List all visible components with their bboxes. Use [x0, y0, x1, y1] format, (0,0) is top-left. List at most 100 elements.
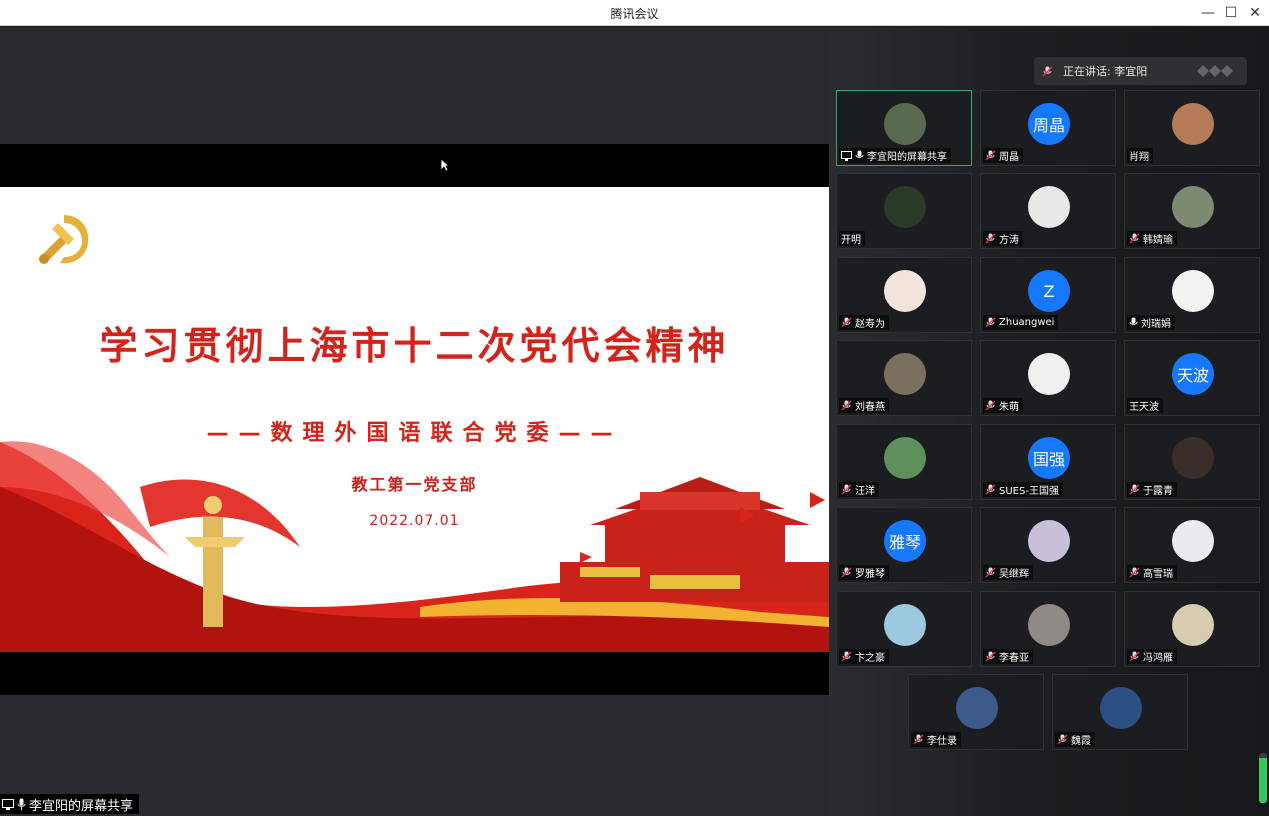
participant-tile[interactable]: 韩婧瑜	[1124, 173, 1260, 249]
participant-name: 汪洋	[855, 486, 875, 497]
microphone-icon	[1129, 317, 1138, 325]
participant-nameplate: 李宜阳的屏幕共享	[839, 148, 951, 163]
participant-name: 韩婧瑜	[1143, 235, 1173, 246]
participant-nameplate: 李仕录	[911, 732, 961, 747]
participant-tile[interactable]: 雅琴 罗雅琴	[836, 507, 972, 583]
participant-nameplate: 韩婧瑜	[1127, 231, 1177, 246]
participant-tile[interactable]: 吴继辉	[980, 507, 1116, 583]
now-speaking-text: 正在讲话: 李宜阳	[1063, 65, 1148, 78]
participant-nameplate: 刘瑞娟	[1127, 315, 1175, 330]
microphone-muted-icon	[1129, 484, 1140, 495]
screen-share-stage: 学习贯彻上海市十二次党代会精神 ——数理外国语联合党委—— 教工第一党支部 20…	[0, 27, 829, 816]
participant-tile[interactable]: 卞之豪	[836, 591, 972, 667]
participant-name: 周晶	[999, 152, 1019, 163]
microphone-muted-icon	[1129, 651, 1140, 662]
participant-avatar	[1172, 520, 1214, 562]
participant-avatar	[956, 687, 998, 729]
participant-tile[interactable]: Z Zhuangwei	[980, 257, 1116, 333]
participant-tile[interactable]: 刘春燕	[836, 340, 972, 416]
participant-tile[interactable]: 魏霞	[1052, 674, 1188, 750]
party-emblem-icon	[39, 215, 89, 264]
participant-tile[interactable]: 于露青	[1124, 424, 1260, 500]
letterbox-bottom	[0, 652, 829, 695]
participant-name: 王天波	[1129, 402, 1159, 413]
participant-name: Zhuangwei	[999, 317, 1055, 328]
participant-name: 冯鸿雁	[1143, 653, 1173, 664]
mouse-cursor-icon	[440, 158, 450, 172]
microphone-icon	[17, 798, 26, 810]
microphone-muted-icon	[1129, 233, 1140, 244]
participant-tile[interactable]: 冯鸿雁	[1124, 591, 1260, 667]
participant-tile[interactable]: 开明	[836, 173, 972, 249]
window-titlebar: 腾讯会议 — ☐ ✕	[0, 0, 1269, 26]
participant-nameplate: 罗雅琴	[839, 565, 889, 580]
participant-nameplate: 吴继辉	[983, 565, 1033, 580]
participant-avatar	[1172, 604, 1214, 646]
collapse-grip-icon[interactable]	[1195, 64, 1235, 78]
close-button[interactable]: ✕	[1245, 3, 1265, 23]
participant-avatar	[1172, 437, 1214, 479]
minimize-button[interactable]: —	[1198, 3, 1218, 23]
participant-tile[interactable]: 刘瑞娟	[1124, 257, 1260, 333]
participant-avatar	[884, 437, 926, 479]
participant-nameplate: 王天波	[1127, 398, 1163, 413]
participant-tile[interactable]: 李仕录	[908, 674, 1044, 750]
screen-share-icon	[2, 798, 14, 810]
participant-avatar	[1028, 604, 1070, 646]
participant-tile[interactable]: 肖翔	[1124, 90, 1260, 166]
participant-nameplate: 汪洋	[839, 482, 879, 497]
participant-avatar	[884, 604, 926, 646]
participant-name: 罗雅琴	[855, 569, 885, 580]
participant-nameplate: 朱萌	[983, 398, 1023, 413]
audio-level-fill	[1259, 758, 1267, 803]
participant-name: 于露青	[1143, 486, 1173, 497]
participant-nameplate: 李春亚	[983, 649, 1033, 664]
participant-tile[interactable]: 赵寿为	[836, 257, 972, 333]
participant-avatar	[1028, 186, 1070, 228]
participant-avatar	[884, 270, 926, 312]
participant-avatar	[1028, 353, 1070, 395]
participant-name: 李仕录	[927, 736, 957, 747]
participant-nameplate: 魏霞	[1055, 732, 1095, 747]
participant-name: 李宜阳的屏幕共享	[867, 152, 947, 163]
participant-name: 刘春燕	[855, 402, 885, 413]
participant-nameplate: 冯鸿雁	[1127, 649, 1177, 664]
participant-avatar	[884, 353, 926, 395]
participant-nameplate: 肖翔	[1127, 148, 1153, 163]
participant-tile[interactable]: 李春亚	[980, 591, 1116, 667]
participant-nameplate: Zhuangwei	[983, 315, 1059, 330]
participant-tile[interactable]: 天波 王天波	[1124, 340, 1260, 416]
participant-name: 肖翔	[1129, 152, 1149, 163]
participant-nameplate: 赵寿为	[839, 315, 889, 330]
participant-avatar: 周晶	[1028, 103, 1070, 145]
participant-name: 吴继辉	[999, 569, 1029, 580]
participant-tile[interactable]: 朱萌	[980, 340, 1116, 416]
participant-name: 刘瑞娟	[1141, 319, 1171, 330]
maximize-button[interactable]: ☐	[1221, 3, 1241, 23]
participant-tile[interactable]: 方涛	[980, 173, 1116, 249]
participant-tile[interactable]: 国强 SUES-王国强	[980, 424, 1116, 500]
participant-avatar	[1172, 186, 1214, 228]
microphone-muted-icon	[841, 317, 852, 328]
participant-tile[interactable]: 周晶 周晶	[980, 90, 1116, 166]
slide-subtitle: ——数理外国语联合党委——	[206, 421, 623, 446]
slide-title: 学习贯彻上海市十二次党代会精神	[99, 323, 730, 368]
participant-name: 开明	[841, 235, 861, 246]
microphone-muted-icon	[913, 734, 924, 745]
now-speaking-indicator: 正在讲话: 李宜阳	[1034, 57, 1247, 85]
shared-slide: 学习贯彻上海市十二次党代会精神 ——数理外国语联合党委—— 教工第一党支部 20…	[0, 187, 829, 652]
participant-tile[interactable]: 李宜阳的屏幕共享	[836, 90, 972, 166]
participant-tile[interactable]: 高雪瑞	[1124, 507, 1260, 583]
participant-tile[interactable]: 汪洋	[836, 424, 972, 500]
microphone-muted-icon	[841, 484, 852, 495]
participant-name: SUES-王国强	[999, 486, 1059, 497]
microphone-muted-icon	[985, 651, 996, 662]
participant-avatar: Z	[1028, 270, 1070, 312]
screen-share-label: 李宜阳的屏幕共享	[0, 794, 140, 814]
participant-avatar: 国强	[1028, 437, 1070, 479]
window-title: 腾讯会议	[610, 7, 659, 21]
participant-nameplate: 周晶	[983, 148, 1023, 163]
slide-date: 2022.07.01	[369, 513, 460, 529]
speaker-mic-icon	[1042, 66, 1053, 76]
participant-nameplate: 高雪瑞	[1127, 565, 1177, 580]
